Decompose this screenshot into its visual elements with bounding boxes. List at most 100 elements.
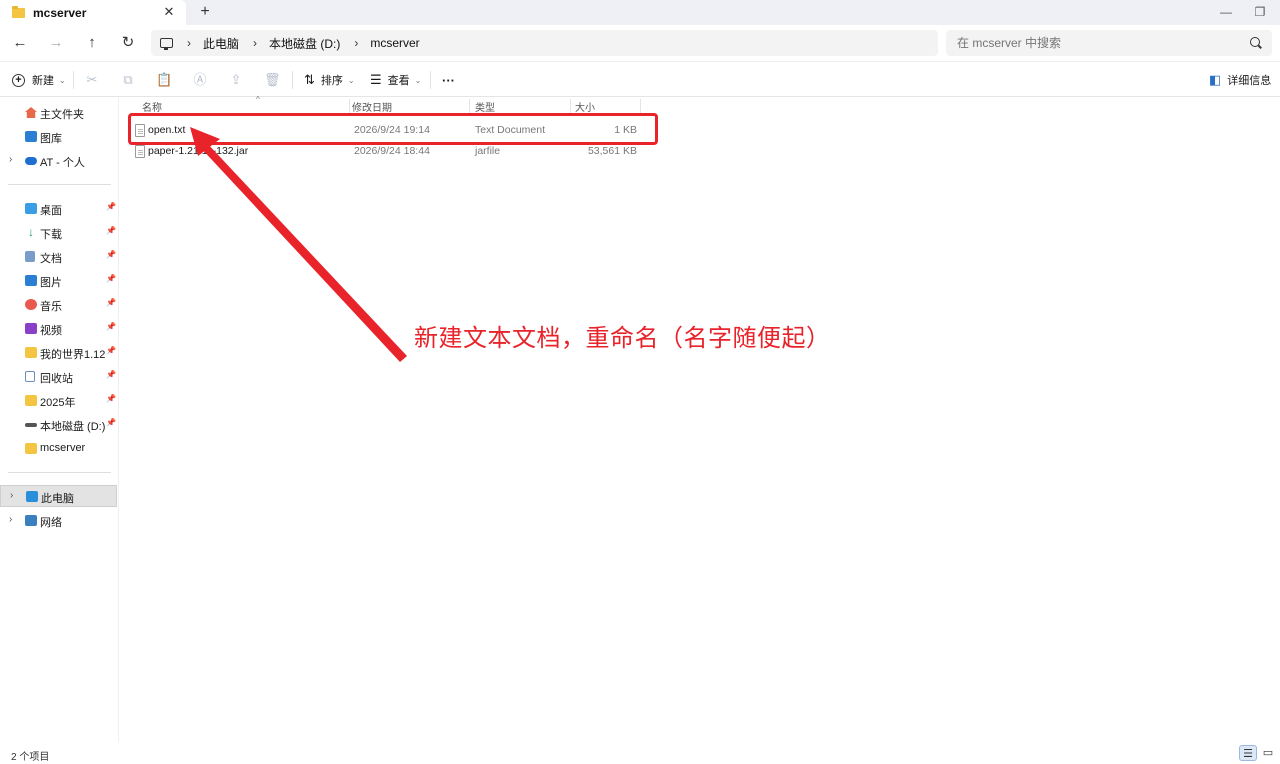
cloud-icon [25,157,37,165]
search-box [946,30,1272,56]
sidebar-item-onedrive[interactable]: › AT - 个人 [0,150,117,172]
refresh-button[interactable]: ↻ [118,33,138,53]
chevron-right-icon[interactable]: › [9,154,12,165]
sidebar-item-desktop[interactable]: 桌面 📌 [0,198,117,220]
column-header-modified[interactable]: 修改日期 [352,99,470,114]
toolbar-divider [292,71,293,89]
sidebar-item-this-pc[interactable]: › 此电脑 [0,485,117,507]
tab-title: mcserver [33,5,87,20]
pin-icon: 📌 [106,226,116,235]
chevron-right-icon[interactable]: › [10,490,13,501]
status-bar: 2 个项目 ☰ ▭ [0,742,1280,764]
sidebar-item-recycle-bin[interactable]: 回收站 📌 [0,366,117,388]
file-modified: 2026/9/24 18:44 [354,145,430,157]
folder-icon [25,443,37,454]
tab-close-icon[interactable]: ✕ [162,5,176,19]
search-icon[interactable] [1250,37,1260,47]
up-button[interactable]: ↑ [82,33,102,53]
drive-icon [25,423,37,427]
toolbar-divider [73,71,74,89]
pin-icon: 📌 [106,370,116,379]
sidebar-divider [8,184,111,185]
pictures-icon [25,275,37,286]
restore-button[interactable]: ❐ [1250,4,1270,20]
file-size: 53,561 KB [587,145,637,157]
home-icon [25,107,37,118]
column-header-size[interactable]: 大小 [575,99,641,114]
breadcrumb-separator: › [253,36,258,50]
chevron-right-icon[interactable]: › [9,514,12,525]
sidebar-item-music[interactable]: 音乐 📌 [0,294,117,316]
forward-button[interactable]: → [46,33,66,53]
sidebar-item-drive-d[interactable]: 本地磁盘 (D:) 📌 [0,414,117,436]
column-header-name[interactable]: 名称 ^ [142,95,350,114]
video-icon [25,323,37,334]
sort-label: 排序 [320,75,343,87]
item-count: 2 个项目 [11,752,50,763]
tab-mcserver[interactable]: mcserver ✕ [0,0,186,25]
sort-ascending-icon: ^ [256,95,260,104]
details-pane-button[interactable]: ◧ 详细信息 [1209,70,1271,90]
column-header-type[interactable]: 类型 [475,99,571,114]
annotation-text: 新建文本文档，重命名（名字随便起） [414,324,831,352]
command-bar: + 新建 ⌄ ✂ ⧉ 📋 Ⓐ ⇪ 🗑 ⇅ 排序 ⌄ ☰ 查看 ⌄ ··· ◧ 详… [0,61,1280,97]
cut-icon[interactable]: ✂ [84,72,100,88]
sidebar-item-home[interactable]: 主文件夹 [0,102,117,124]
sidebar-item-gallery[interactable]: 图库 [0,126,117,148]
copy-icon[interactable]: ⧉ [120,72,136,88]
add-icon: + [12,73,25,87]
new-button[interactable]: + 新建 ⌄ [12,70,66,90]
details-label: 详细信息 [1227,75,1272,87]
sidebar-item-documents[interactable]: 文档 📌 [0,246,117,268]
sidebar-item-pictures[interactable]: 图片 📌 [0,270,117,292]
sidebar-item-network[interactable]: › 网络 [0,510,117,532]
file-type: jarfile [475,145,501,157]
chevron-down-icon: ⌄ [59,75,66,85]
rename-icon[interactable]: Ⓐ [192,72,208,88]
details-view-button[interactable]: ☰ [1239,745,1257,761]
jar-file-icon [135,145,145,158]
music-icon [25,299,37,310]
tab-strip: mcserver ✕ + — ❐ [0,0,1280,25]
pin-icon: 📌 [106,202,116,211]
chevron-down-icon: ⌄ [414,75,422,85]
delete-icon[interactable]: 🗑 [264,72,281,88]
sidebar-item-2025-folder[interactable]: 2025年 📌 [0,390,117,412]
search-input[interactable] [957,36,1247,50]
share-icon[interactable]: ⇪ [228,72,244,88]
view-button[interactable]: ☰ 查看 ⌄ [370,70,421,90]
folder-icon [25,347,37,358]
minimize-button[interactable]: — [1216,4,1236,20]
breadcrumb-drive-d[interactable]: 本地磁盘 (D:) [269,35,340,52]
chevron-down-icon: ⌄ [347,75,355,85]
paste-icon[interactable]: 📋 [156,72,172,88]
document-icon [25,251,35,262]
details-pane-icon: ◧ [1209,72,1222,87]
sidebar-item-minecraft-folder[interactable]: 我的世界1.12.2 📌 [0,342,117,364]
folder-icon [25,395,37,406]
pin-icon: 📌 [106,274,116,283]
tiles-view-button[interactable]: ▭ [1259,745,1277,761]
address-bar[interactable]: › 此电脑 › 本地磁盘 (D:) › mcserver [151,30,938,56]
sidebar-item-mcserver[interactable]: mcserver [0,438,117,460]
breadcrumb-mcserver[interactable]: mcserver [370,36,419,50]
more-button[interactable]: ··· [442,70,455,90]
breadcrumb-this-pc[interactable]: 此电脑 [203,35,239,52]
download-icon: ↓ [28,225,34,239]
network-icon [25,515,37,526]
back-button[interactable]: ← [10,33,30,53]
sidebar-divider [8,472,111,473]
this-pc-icon [26,491,38,502]
sidebar-item-videos[interactable]: 视频 📌 [0,318,117,340]
pin-icon: 📌 [106,250,116,259]
sidebar-item-downloads[interactable]: ↓ 下载 📌 [0,222,117,244]
sort-button[interactable]: ⇅ 排序 ⌄ [304,70,355,90]
toolbar-divider [430,71,431,89]
navigation-pane: 主文件夹 图库 › AT - 个人 桌面 📌 ↓ 下载 📌 文档 📌 图片 📌 … [0,97,119,742]
gallery-icon [25,131,37,142]
pin-icon: 📌 [106,418,116,427]
recycle-bin-icon [25,371,35,382]
address-row: ← → ↑ ↻ › 此电脑 › 本地磁盘 (D:) › mcserver [0,25,1280,61]
new-tab-button[interactable]: + [196,3,214,21]
folder-icon [12,5,25,18]
